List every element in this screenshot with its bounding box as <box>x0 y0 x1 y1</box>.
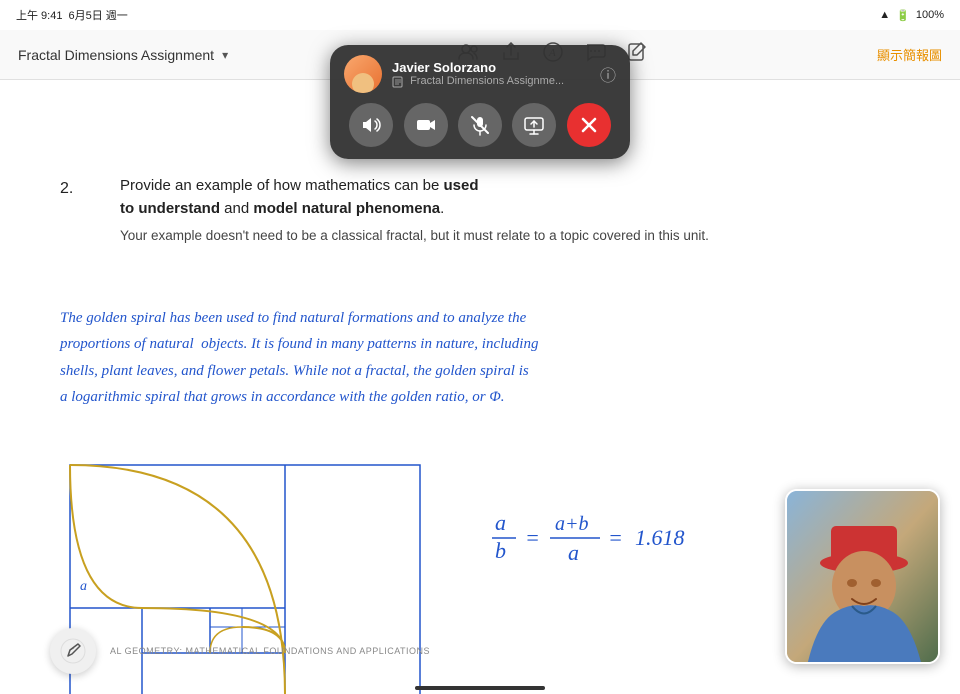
question-number: 2. <box>60 180 73 198</box>
document-title: Fractal Dimensions Assignment <box>18 47 214 63</box>
phi-symbol: Φ <box>489 389 500 405</box>
screen-share-icon <box>523 114 545 136</box>
end-call-button[interactable] <box>567 103 611 147</box>
hud-doc-label: Fractal Dimensions Assignme... <box>410 75 564 87</box>
facetime-hud: Javier Solorzano Fractal Dimensions Assi… <box>330 45 630 159</box>
svg-text:b: b <box>495 538 506 563</box>
svg-text:a+b: a+b <box>555 513 589 535</box>
svg-text:=: = <box>525 525 540 550</box>
status-right: ▲ 🔋 100% <box>879 9 944 22</box>
hud-doc-name: Fractal Dimensions Assignme... <box>392 75 590 87</box>
show-presenter-button[interactable]: 顯示簡報圖 <box>877 45 942 64</box>
handwritten-line-4: a logarithmic spiral that grows in accor… <box>60 384 900 410</box>
formula-svg: a b = a+b a = 1.618 <box>490 500 720 580</box>
pen-icon <box>60 638 86 664</box>
handwritten-line-3: shells, plant leaves, and flower petals.… <box>60 358 900 384</box>
end-call-icon <box>580 116 598 134</box>
svg-text:=: = <box>608 525 623 550</box>
toolbar-right: 顯示簡報圖 <box>877 45 942 64</box>
handwritten-line-1: The golden spiral has been used to find … <box>60 305 900 331</box>
spiral-svg: a a b <box>60 455 430 694</box>
pen-tool-button[interactable] <box>50 628 96 674</box>
status-left: 上午 9:41 6月5日 週一 <box>16 7 128 23</box>
mic-button[interactable] <box>458 103 502 147</box>
self-view-svg <box>787 491 940 664</box>
bold-model: model natural phenomena <box>253 200 440 217</box>
hud-controls <box>344 103 616 147</box>
battery-percent: 100% <box>916 9 944 21</box>
title-chevron[interactable]: ▾ <box>222 48 228 62</box>
spiral-diagram: a a b <box>60 455 430 694</box>
handwritten-answer: The golden spiral has been used to find … <box>60 305 900 410</box>
self-view-camera <box>785 489 940 664</box>
question-text: Provide an example of how mathematics ca… <box>120 175 900 246</box>
home-indicator <box>415 686 545 690</box>
mic-icon <box>469 114 491 136</box>
word-that: that <box>184 389 207 405</box>
battery-icon: 🔋 <box>896 9 910 22</box>
handwritten-line-2: proportions of natural objects. It is fo… <box>60 331 900 357</box>
self-view-person <box>787 491 938 662</box>
hud-avatar <box>344 55 382 93</box>
screen-share-button[interactable] <box>512 103 556 147</box>
video-button[interactable] <box>404 103 448 147</box>
math-formula: a b = a+b a = 1.618 <box>490 500 720 586</box>
speaker-button[interactable] <box>349 103 393 147</box>
svg-text:a: a <box>80 579 87 594</box>
toolbar-left: Fractal Dimensions Assignment ▾ <box>18 47 228 63</box>
svg-text:a: a <box>568 540 579 565</box>
avatar-head <box>352 73 374 93</box>
status-bar: 上午 9:41 6月5日 週一 ▲ 🔋 100% <box>0 0 960 30</box>
speaker-icon <box>360 114 382 136</box>
doc-icon <box>392 76 404 88</box>
caller-name: Javier Solorzano <box>392 60 590 75</box>
footer-text: AL GEOMETRY: MATHEMATICAL FOUNDATIONS AN… <box>110 646 430 656</box>
question-sub-text: Your example doesn't need to be a classi… <box>120 226 900 246</box>
hud-info: Javier Solorzano Fractal Dimensions Assi… <box>392 60 590 87</box>
hud-info-button[interactable]: ⓘ <box>600 62 616 86</box>
status-date: 6月5日 週一 <box>68 7 127 23</box>
question-main-text: Provide an example of how mathematics ca… <box>120 177 479 217</box>
status-time: 上午 9:41 <box>16 7 62 23</box>
svg-text:a: a <box>495 510 506 535</box>
hud-top: Javier Solorzano Fractal Dimensions Assi… <box>344 55 616 93</box>
video-icon <box>415 114 437 136</box>
wifi-icon: ▲ <box>879 9 890 21</box>
svg-text:1.618: 1.618 <box>635 525 685 550</box>
